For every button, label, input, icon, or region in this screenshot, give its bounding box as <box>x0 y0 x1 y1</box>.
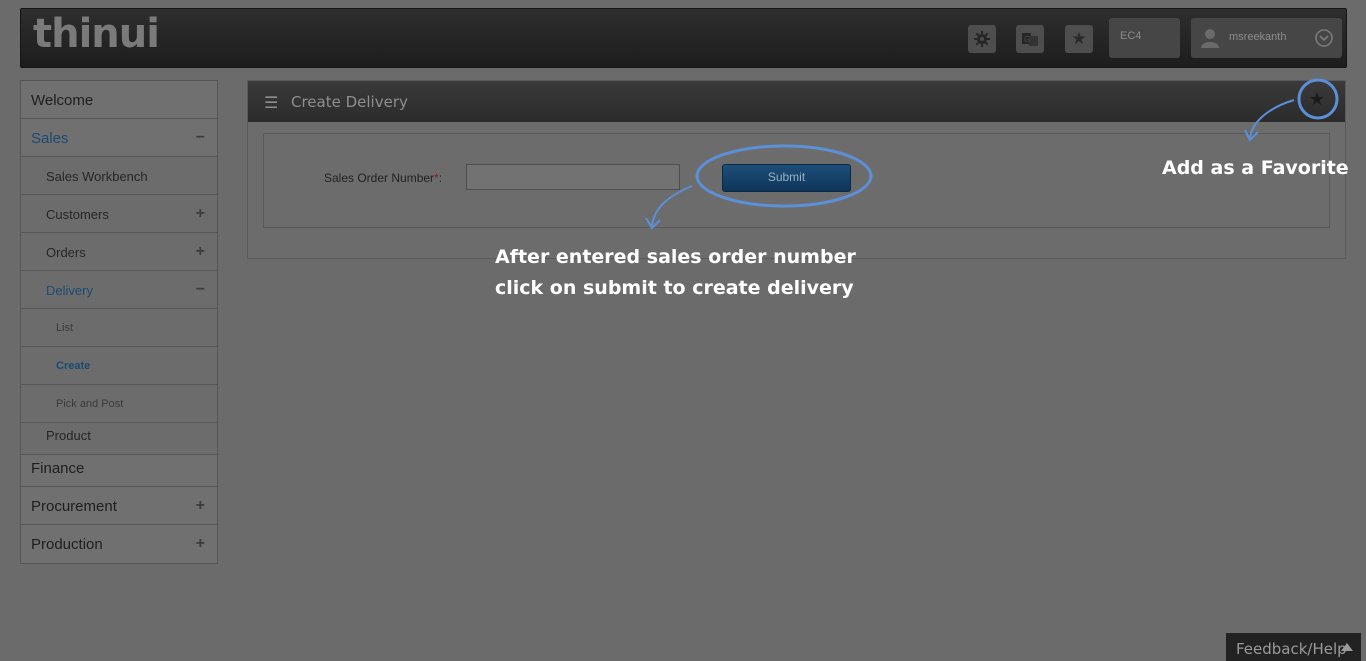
collapse-icon[interactable]: − <box>196 281 205 299</box>
username: msreekanth <box>1229 31 1287 43</box>
label-colon: : <box>438 171 443 185</box>
triangle-up-icon <box>1341 643 1353 651</box>
feedback-help-tab[interactable]: Feedback/Help <box>1226 633 1361 661</box>
sidebar-item-label: Procurement <box>31 498 117 515</box>
top-header: thinui G ★ EC4 msreekanth <box>20 8 1347 68</box>
sidebar-item-label: Create <box>56 360 91 372</box>
gear-icon <box>974 31 990 47</box>
sidebar-item-finance[interactable]: Finance <box>21 455 217 487</box>
sidebar-item-label: Sales Workbench <box>46 169 148 184</box>
submit-callout-line2: click on submit to create delivery <box>495 277 854 299</box>
add-favorite-button[interactable]: ★ <box>1303 85 1331 113</box>
user-menu[interactable]: msreekanth <box>1191 18 1342 58</box>
svg-text:G: G <box>1024 35 1030 44</box>
feedback-label: Feedback/Help <box>1236 640 1347 658</box>
sidebar-item-label: Production <box>31 536 103 553</box>
favorite-callout: Add as a Favorite <box>1162 157 1349 179</box>
sidebar-item-label: Orders <box>46 245 86 260</box>
field-label-text: Sales Order Number <box>324 171 435 185</box>
sidebar-item-label: List <box>56 322 74 334</box>
expand-icon[interactable]: + <box>196 205 205 223</box>
sidebar-item-sales[interactable]: Sales − <box>21 119 217 157</box>
submit-callout-line1: After entered sales order number <box>495 246 856 268</box>
sidebar-item-label: Delivery <box>46 283 93 298</box>
sidebar-item-label: Finance <box>31 460 85 477</box>
language-button[interactable]: G <box>1016 25 1044 53</box>
sidebar-item-list[interactable]: List <box>21 309 217 347</box>
expand-icon[interactable]: + <box>196 535 205 553</box>
collapse-icon[interactable]: − <box>196 129 205 147</box>
sidebar-item-label: Welcome <box>31 92 94 109</box>
star-icon: ★ <box>1071 29 1087 49</box>
chevron-down-circle-icon[interactable] <box>1315 29 1333 47</box>
client-indicator[interactable]: EC4 <box>1109 18 1180 58</box>
user-icon <box>1201 29 1219 48</box>
sidebar-item-production[interactable]: Production + <box>21 525 217 563</box>
sidebar-item-product[interactable]: Product <box>21 423 217 455</box>
settings-button[interactable] <box>968 25 996 53</box>
sidebar-item-label: Product <box>46 428 91 443</box>
sidebar-item-customers[interactable]: Customers + <box>21 195 217 233</box>
sidebar-item-orders[interactable]: Orders + <box>21 233 217 271</box>
sidebar-item-welcome[interactable]: Welcome <box>21 81 217 119</box>
sidebar-item-label: Sales <box>31 130 69 147</box>
sidebar-item-label: Pick and Post <box>56 398 124 410</box>
sidebar-item-delivery[interactable]: Delivery − <box>21 271 217 309</box>
sidebar-item-procurement[interactable]: Procurement + <box>21 487 217 525</box>
page-title: Create Delivery <box>291 93 408 111</box>
sales-order-number-label: Sales Order Number*: <box>324 171 442 185</box>
sidebar-item-sales-workbench[interactable]: Sales Workbench <box>21 157 217 195</box>
sales-order-number-input[interactable] <box>466 164 680 190</box>
hamburger-icon[interactable]: ☰ <box>264 93 278 112</box>
star-icon: ★ <box>1308 88 1326 110</box>
translate-icon: G <box>1022 33 1038 46</box>
submit-button[interactable]: Submit <box>722 164 851 192</box>
sidebar-item-create[interactable]: Create <box>21 347 217 385</box>
panel-header: ☰ Create Delivery ★ <box>248 81 1345 122</box>
sidebar-item-label: Customers <box>46 207 109 222</box>
expand-icon[interactable]: + <box>196 497 205 515</box>
favorites-button[interactable]: ★ <box>1065 25 1093 53</box>
sidebar-nav: Welcome Sales − Sales Workbench Customer… <box>20 80 218 564</box>
sidebar-item-pick-and-post[interactable]: Pick and Post <box>21 385 217 423</box>
expand-icon[interactable]: + <box>196 243 205 261</box>
app-logo: thinui <box>33 11 160 57</box>
